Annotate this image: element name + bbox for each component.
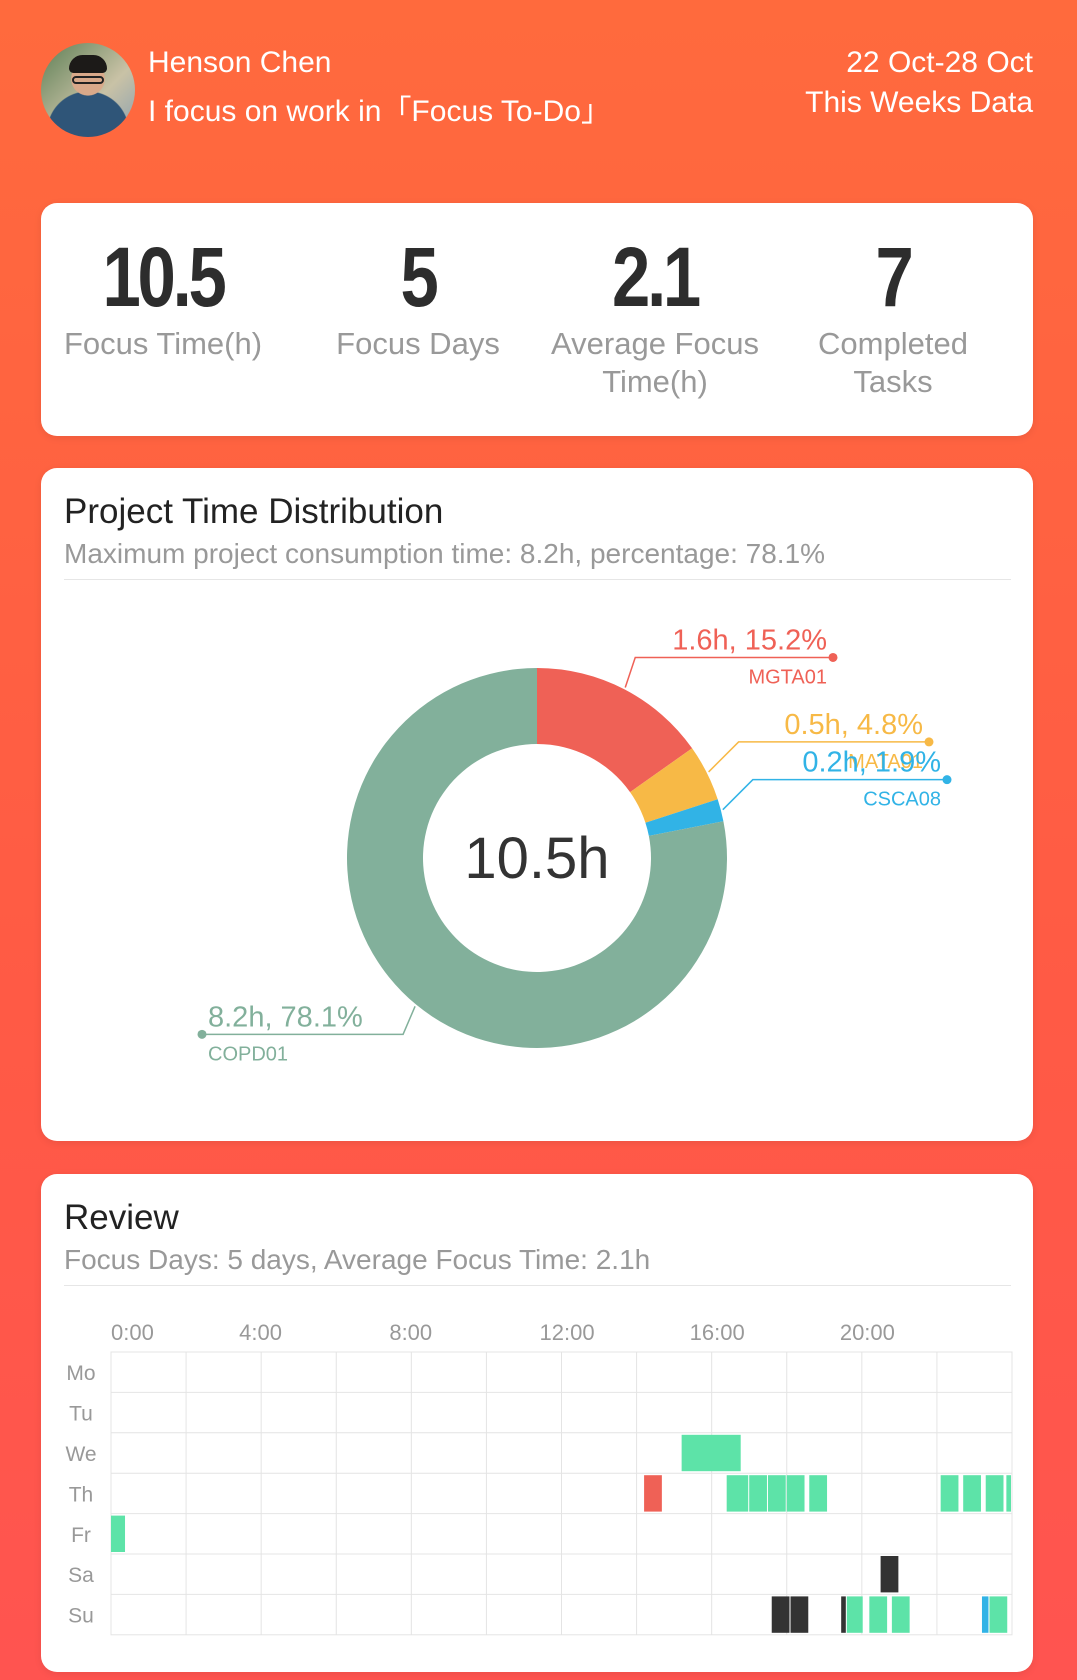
stat-label: Average Focus Time(h) xyxy=(551,326,759,399)
divider xyxy=(64,1285,1011,1286)
period-label: This Weeks Data xyxy=(805,86,1033,119)
stat-focus-days: 5 Focus Days xyxy=(298,233,538,363)
day-label: Th xyxy=(69,1483,94,1506)
day-label: Su xyxy=(68,1605,94,1628)
focus-session-bar xyxy=(891,1596,910,1633)
stat-completed-tasks: 7 Completed Tasks xyxy=(773,233,1013,401)
review-title: Review xyxy=(64,1198,179,1237)
slice-name-label: CSCA08 xyxy=(863,789,941,811)
avatar-hair xyxy=(69,55,107,73)
focus-session-bar xyxy=(981,1596,989,1633)
focus-session-bar xyxy=(963,1475,981,1512)
focus-session-bar xyxy=(985,1475,1004,1512)
stat-focus-time: 10.5 Focus Time(h) xyxy=(43,233,283,363)
focus-session-bar xyxy=(869,1596,888,1633)
stat-label: Completed Tasks xyxy=(818,326,968,399)
day-label: Tu xyxy=(69,1403,93,1426)
focus-session-bar xyxy=(846,1596,863,1633)
leader-dot-mata01 xyxy=(924,737,934,747)
avatar-glasses xyxy=(72,76,104,84)
date-range[interactable]: 22 Oct-28 Oct xyxy=(846,46,1033,80)
stat-value: 2.1 xyxy=(612,230,701,324)
stat-value: 7 xyxy=(875,230,913,324)
focus-session-bar xyxy=(989,1596,1008,1633)
review-card: 0:00 4:00 8:00 12:00 16:00 20:00 Mo Tu We Th Fr Sa S… xyxy=(41,1174,1033,1672)
x-tick-label: 4:00 xyxy=(239,1320,282,1345)
distribution-subtitle: Maximum project consumption time: 8.2h, … xyxy=(64,538,826,569)
focus-session-bar xyxy=(767,1475,786,1512)
focus-session-bar xyxy=(111,1515,126,1552)
x-tick-label: 8:00 xyxy=(389,1320,432,1345)
donut-center-label: 10.5h xyxy=(464,826,609,891)
focus-session-bar xyxy=(940,1475,959,1512)
day-label: Sa xyxy=(68,1564,94,1587)
stat-label: Focus Days xyxy=(336,326,500,361)
day-label: Mo xyxy=(66,1362,95,1385)
focus-session-bar xyxy=(1006,1475,1011,1512)
slice-value-label: 8.2h, 78.1% xyxy=(208,1001,363,1033)
distribution-title: Project Time Distribution xyxy=(64,492,444,531)
slice-value-label: 1.6h, 15.2% xyxy=(672,624,827,656)
focus-session-bar xyxy=(809,1475,828,1512)
user-status: I focus on work in「Focus To-Do」 xyxy=(148,95,611,128)
focus-session-bar xyxy=(726,1475,749,1512)
project-distribution-card: 1.6h, 15.2% MGTA01 0.5h, 4.8% MATA01 0.2h, 1… xyxy=(41,468,1033,1141)
slice-value-label: 0.2h, 1.9% xyxy=(802,747,941,779)
stat-value: 5 xyxy=(400,230,438,324)
x-tick-label: 20:00 xyxy=(840,1320,895,1345)
avatar[interactable] xyxy=(41,43,135,137)
focus-session-bar xyxy=(681,1434,741,1472)
x-tick-label: 16:00 xyxy=(690,1320,745,1345)
user-name: Henson Chen xyxy=(148,46,332,79)
x-tick-label: 0:00 xyxy=(111,1320,154,1345)
review-subtitle: Focus Days: 5 days, Average Focus Time: … xyxy=(64,1244,651,1275)
focus-session-bar xyxy=(644,1475,662,1512)
leader-dot-csca08 xyxy=(942,775,952,785)
focus-session-bar xyxy=(841,1596,846,1633)
focus-session-bar xyxy=(749,1475,767,1512)
leader-dot-mgta01 xyxy=(828,652,838,662)
focus-session-bar xyxy=(786,1475,805,1512)
x-tick-label: 12:00 xyxy=(540,1320,595,1345)
stat-label: Focus Time(h) xyxy=(63,326,263,361)
stat-value: 10.5 xyxy=(102,230,227,324)
slice-value-label: 0.5h, 4.8% xyxy=(784,709,923,741)
divider xyxy=(64,579,1011,580)
stat-average-focus: 2.1 Average Focus Time(h) xyxy=(535,233,775,401)
focus-session-bar xyxy=(771,1596,790,1633)
day-label: Fr xyxy=(71,1524,91,1547)
stats-card: 10.5 Focus Time(h) 5 Focus Days 2.1 Aver… xyxy=(41,203,1033,436)
focus-session-bar xyxy=(880,1556,899,1593)
slice-name-label: MGTA01 xyxy=(748,666,827,688)
profile-header: Henson Chen I focus on work in「Focus To-… xyxy=(0,0,1077,190)
day-label: We xyxy=(65,1443,96,1466)
slice-name-label: COPD01 xyxy=(208,1043,288,1065)
focus-session-bar xyxy=(790,1596,809,1633)
leader-dot-copd01 xyxy=(197,1029,207,1039)
